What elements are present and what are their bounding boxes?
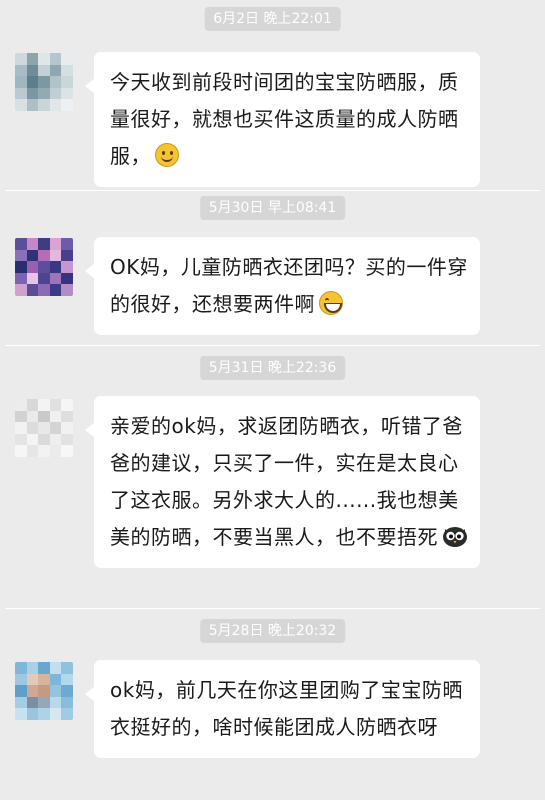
chat-panel-2: 5月30日 早上08:41 OK妈，儿童防晒衣还团吗？买的一件穿的很好，还想要两…	[5, 191, 540, 346]
avatar[interactable]	[15, 53, 73, 111]
chat-panel-3: 5月31日 晚上22:36 亲爱的ok妈，求返团防晒衣，听错了爸爸的建议，只买了…	[5, 346, 540, 609]
timestamp: 6月2日 晚上22:01	[204, 7, 341, 31]
grin-emoji-icon	[319, 291, 343, 315]
message-bubble[interactable]: 今天收到前段时间团的宝宝防晒服，质量很好，就想也买件这质量的成人防晒服，	[85, 52, 480, 187]
message-bubble[interactable]: ok妈，前几天在你这里团购了宝宝防晒衣挺好的，啥时候能团成人防晒衣呀	[85, 660, 480, 758]
timestamp: 5月31日 晚上22:36	[199, 356, 346, 380]
owl-emoji-icon	[442, 524, 468, 548]
avatar[interactable]	[15, 662, 73, 720]
message-bubble[interactable]: OK妈，儿童防晒衣还团吗？买的一件穿的很好，还想要两件啊	[85, 237, 480, 335]
message-text: ok妈，前几天在你这里团购了宝宝防晒衣挺好的，啥时候能团成人防晒衣呀	[110, 678, 463, 739]
smile-emoji-icon	[155, 143, 179, 167]
chat-panel-1: 6月2日 晚上22:01 今天收到前段时间团的宝宝防晒服，质量很好，就想也买件这…	[5, 0, 540, 191]
message-bubble[interactable]: 亲爱的ok妈，求返团防晒衣，听错了爸爸的建议，只买了一件，实在是太良心了这衣服。…	[85, 396, 480, 568]
chat-panel-4: 5月28日 晚上20:32 ok妈，前几天在你这里团购了宝宝防晒衣挺好的，啥时候…	[5, 609, 540, 800]
message-text: 亲爱的ok妈，求返团防晒衣，听错了爸爸的建议，只买了一件，实在是太良心了这衣服。…	[110, 414, 463, 549]
avatar[interactable]	[15, 238, 73, 296]
message-text: OK妈，儿童防晒衣还团吗？买的一件穿的很好，还想要两件啊	[110, 255, 468, 316]
timestamp: 5月28日 晚上20:32	[199, 619, 346, 643]
avatar[interactable]	[15, 399, 73, 457]
timestamp: 5月30日 早上08:41	[199, 196, 346, 220]
